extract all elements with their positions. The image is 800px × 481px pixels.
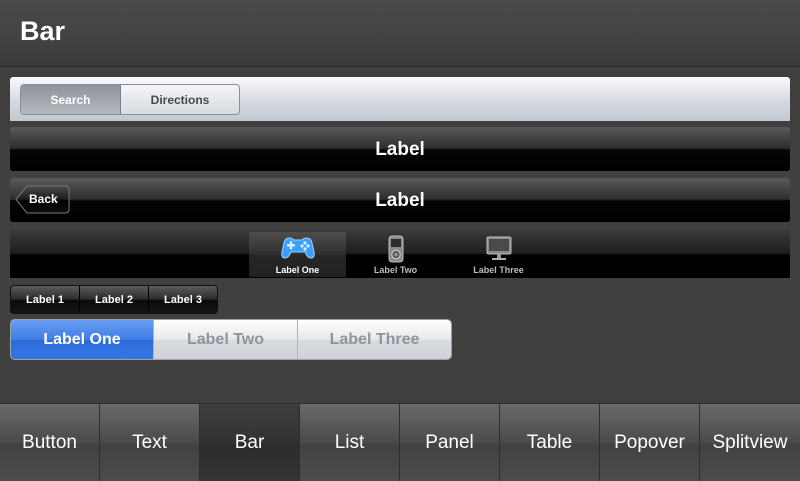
segment-label-3[interactable]: Label 3 bbox=[149, 286, 217, 313]
tab-table[interactable]: Table bbox=[500, 404, 600, 481]
tab-text[interactable]: Text bbox=[100, 404, 200, 481]
small-segmented-control: Label 1 Label 2 Label 3 bbox=[10, 285, 218, 314]
monitor-icon bbox=[450, 235, 547, 261]
segment-search[interactable]: Search bbox=[21, 85, 121, 114]
segment-directions[interactable]: Directions bbox=[121, 85, 239, 114]
light-toolbar: Search Directions bbox=[10, 77, 790, 121]
tab-label-one[interactable]: Label One bbox=[249, 232, 346, 277]
page-title: Bar bbox=[20, 16, 66, 46]
tab-label-three-text: Label Three bbox=[473, 265, 524, 275]
search-directions-segmented: Search Directions bbox=[20, 84, 240, 115]
navigation-bar-title: Label bbox=[375, 190, 425, 211]
segment-label-three[interactable]: Label Three bbox=[298, 320, 451, 359]
label-bar: Label bbox=[10, 127, 790, 171]
content-area: Search Directions Label Back Label Label… bbox=[0, 67, 800, 403]
music-player-icon bbox=[347, 235, 444, 263]
tab-splitview[interactable]: Splitview bbox=[700, 404, 800, 481]
tab-list[interactable]: List bbox=[300, 404, 400, 481]
icon-tab-bar: Label One Label Two Label Three bbox=[10, 230, 790, 278]
tab-bar[interactable]: Bar bbox=[200, 404, 300, 481]
segment-label-1[interactable]: Label 1 bbox=[11, 286, 80, 313]
tab-panel[interactable]: Panel bbox=[400, 404, 500, 481]
navigation-bar: Back Label bbox=[10, 178, 790, 222]
label-bar-title: Label bbox=[375, 139, 425, 160]
gamepad-icon bbox=[249, 235, 346, 261]
segment-label-one[interactable]: Label One bbox=[11, 320, 154, 359]
segment-label-two[interactable]: Label Two bbox=[154, 320, 298, 359]
segment-label-2[interactable]: Label 2 bbox=[80, 286, 149, 313]
tab-popover[interactable]: Popover bbox=[600, 404, 700, 481]
bottom-tab-bar: Button Text Bar List Panel Table Popover… bbox=[0, 403, 800, 481]
tab-label-three[interactable]: Label Three bbox=[450, 232, 547, 277]
tab-label-one-text: Label One bbox=[275, 265, 320, 275]
large-segmented-control: Label One Label Two Label Three bbox=[10, 319, 452, 360]
title-bar: Bar bbox=[0, 0, 800, 67]
tab-button[interactable]: Button bbox=[0, 404, 100, 481]
tab-label-two[interactable]: Label Two bbox=[347, 232, 444, 277]
tab-label-two-text: Label Two bbox=[373, 265, 418, 275]
